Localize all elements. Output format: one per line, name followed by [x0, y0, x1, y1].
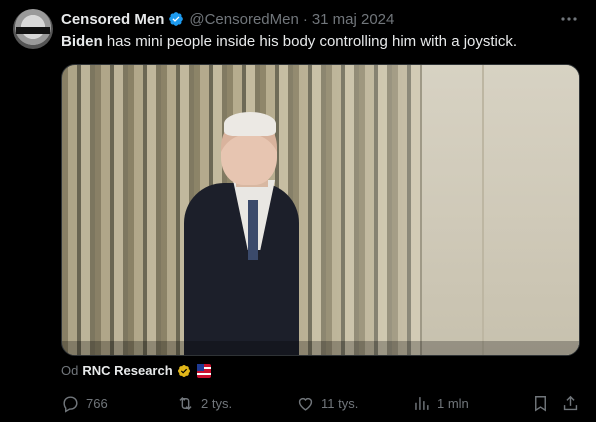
tweet-text-rest: has mini people inside his body controll…: [102, 33, 518, 50]
tweet-text: Biden has mini people inside his body co…: [61, 32, 581, 52]
source-account[interactable]: RNC Research: [82, 363, 172, 378]
tweet-text-bold: Biden: [61, 33, 103, 50]
flag-icon: [196, 363, 211, 378]
person-hair: [224, 112, 276, 136]
repost-button[interactable]: 2 tys.: [176, 392, 232, 414]
person-tie: [248, 200, 258, 260]
source-prefix: Od: [61, 363, 79, 378]
views-button[interactable]: 1 mln: [412, 392, 469, 414]
tweet-date[interactable]: 31 maj 2024: [312, 11, 395, 28]
tweet-media-video[interactable]: [61, 64, 580, 356]
views-chart-icon: [415, 396, 429, 410]
like-button[interactable]: 11 tys.: [296, 392, 358, 414]
reply-icon: [63, 395, 78, 413]
more-options-icon[interactable]: [560, 10, 578, 28]
repost-count: 2 tys.: [201, 395, 233, 411]
header-separator: ·: [302, 10, 308, 28]
video-source: Od RNC Research: [61, 363, 211, 378]
media-wall: [422, 65, 579, 355]
verified-badge-icon: [169, 12, 184, 26]
media-bottom-shadow: [62, 341, 579, 355]
bookmark-button[interactable]: [531, 392, 550, 414]
reply-button[interactable]: 766: [61, 392, 108, 414]
reply-count: 766: [86, 395, 108, 411]
avatar[interactable]: [13, 9, 53, 49]
bookmark-icon: [535, 395, 546, 412]
author-handle[interactable]: @CensoredMen: [189, 11, 298, 28]
share-button[interactable]: [561, 392, 580, 414]
share-icon: [563, 395, 578, 410]
heart-icon: [298, 397, 313, 411]
media-wall-line: [482, 65, 484, 355]
like-count: 11 tys.: [321, 395, 359, 411]
avatar-label-bar: [16, 27, 50, 34]
repost-icon: [179, 396, 192, 410]
tweet-header: Censored Men @CensoredMen · 31 maj 2024: [61, 10, 394, 28]
tweet-actions: 766 2 tys. 11 tys. 1 mln: [61, 392, 581, 414]
views-count: 1 mln: [437, 395, 469, 411]
author-name[interactable]: Censored Men: [61, 11, 164, 28]
gold-verified-icon: [177, 364, 190, 377]
